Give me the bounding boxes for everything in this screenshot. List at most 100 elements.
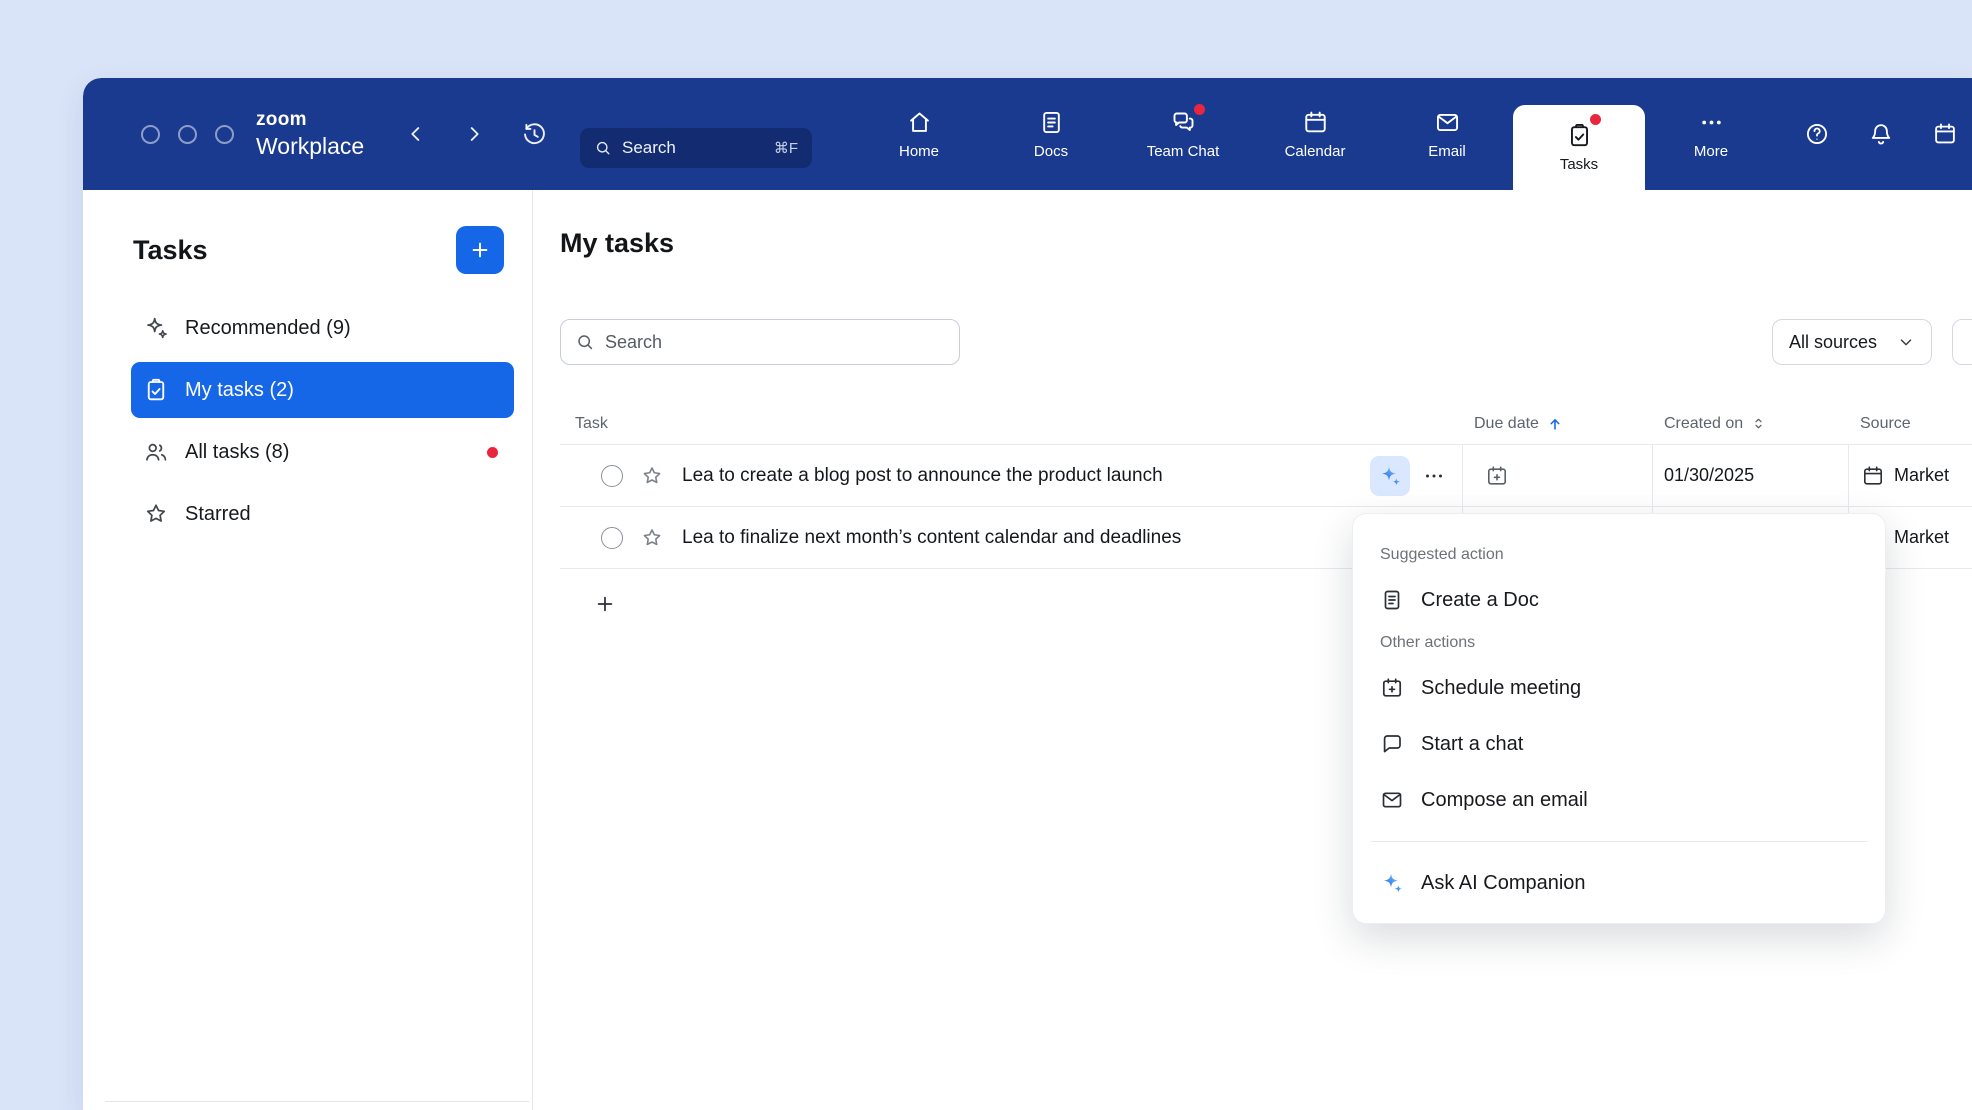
menu-section-heading: Other actions (1353, 634, 1885, 652)
plus-icon (469, 239, 491, 261)
more-icon (1698, 109, 1725, 136)
search-icon (575, 332, 595, 352)
sort-ascending-icon (1546, 415, 1564, 433)
sidebar-item-recommended[interactable]: Recommended (9) (131, 300, 514, 356)
nav-item-email[interactable]: Email (1381, 78, 1513, 190)
toolbar: All sources (533, 319, 1972, 365)
sidebar-bottom-divider (105, 1101, 529, 1102)
menu-item-compose-email[interactable]: Compose an email (1353, 772, 1885, 828)
menu-item-start-chat[interactable]: Start a chat (1353, 716, 1885, 772)
task-search-input[interactable] (605, 332, 945, 353)
sidebar-item-label: All tasks (8) (185, 441, 289, 464)
sidebar-item-my-tasks[interactable]: My tasks (2) (131, 362, 514, 418)
menu-item-label: Create a Doc (1421, 589, 1539, 612)
ellipsis-icon (1422, 464, 1446, 488)
search-icon (594, 139, 612, 157)
help-icon[interactable] (1804, 121, 1830, 147)
sidebar-item-label: My tasks (2) (185, 379, 294, 402)
ai-sparkle-icon (1378, 464, 1402, 488)
menu-divider (1371, 841, 1867, 842)
header-due-date[interactable]: Due date (1462, 415, 1652, 433)
menu-item-label: Ask AI Companion (1421, 872, 1586, 895)
window-controls (141, 78, 234, 190)
doc-icon (1380, 588, 1404, 612)
tasks-icon (1566, 122, 1593, 149)
menu-section-heading: Suggested action (1353, 546, 1885, 564)
header-created-label: Created on (1664, 415, 1743, 433)
task-complete-checkbox[interactable] (601, 465, 623, 487)
nav-item-team-chat[interactable]: Team Chat (1117, 78, 1249, 190)
primary-nav: Home Docs Team Chat Calendar Email (853, 78, 1777, 190)
chevron-down-icon (1897, 333, 1915, 351)
global-search[interactable]: Search ⌘F (580, 128, 812, 168)
row-more-actions-button[interactable] (1422, 464, 1446, 488)
notifications-bell-icon[interactable] (1868, 121, 1894, 147)
sort-both-icon (1750, 415, 1767, 432)
team-chat-badge (1194, 104, 1205, 115)
task-created-date: 01/30/2025 (1652, 445, 1848, 506)
menu-item-label: Start a chat (1421, 733, 1523, 756)
header-task: Task (560, 415, 1462, 433)
menu-item-ask-ai-companion[interactable]: Ask AI Companion (1353, 855, 1885, 911)
task-row[interactable]: Lea to create a blog post to announce th… (560, 445, 1972, 507)
nav-item-more[interactable]: More (1645, 78, 1777, 190)
add-task-button[interactable] (456, 226, 504, 274)
history-icon[interactable] (521, 121, 548, 148)
menu-item-schedule-meeting[interactable]: Schedule meeting (1353, 660, 1885, 716)
add-due-date-icon[interactable] (1485, 464, 1509, 488)
window-control-close[interactable] (141, 125, 160, 144)
sparkle-icon (143, 315, 169, 341)
sidebar-item-label: Starred (185, 503, 251, 526)
star-toggle-icon[interactable] (640, 464, 664, 488)
sidebar: Tasks Recommended (9) My tasks (2) All t… (83, 190, 533, 1110)
nav-item-tasks[interactable]: Tasks (1513, 105, 1645, 190)
ai-sparkle-icon (1380, 871, 1404, 895)
header-created-on[interactable]: Created on (1652, 415, 1848, 433)
task-title: Lea to create a blog post to announce th… (682, 465, 1163, 487)
back-button[interactable] (405, 123, 427, 145)
nav-item-home[interactable]: Home (853, 78, 985, 190)
task-search[interactable] (560, 319, 960, 365)
task-complete-checkbox[interactable] (601, 527, 623, 549)
suggested-actions-menu: Suggested action Create a Doc Other acti… (1352, 513, 1886, 924)
header-due-label: Due date (1474, 415, 1539, 433)
nav-label: Team Chat (1147, 143, 1220, 160)
history-navigation (405, 78, 548, 190)
nav-label: Home (899, 143, 939, 160)
menu-item-label: Schedule meeting (1421, 677, 1581, 700)
sidebar-item-starred[interactable]: Starred (131, 486, 514, 542)
team-chat-icon (1170, 109, 1197, 136)
star-icon (143, 501, 169, 527)
clipped-toolbar-button[interactable] (1952, 319, 1972, 365)
sources-filter-dropdown[interactable]: All sources (1772, 319, 1932, 365)
app-window: zoom Workplace Search ⌘F Home Docs (83, 78, 1972, 1110)
source-calendar-icon (1861, 464, 1885, 488)
envelope-icon (1380, 788, 1404, 812)
task-title: Lea to finalize next month’s content cal… (682, 527, 1181, 549)
menu-item-label: Compose an email (1421, 789, 1588, 812)
menu-item-create-doc[interactable]: Create a Doc (1353, 572, 1885, 628)
zoom-workplace-logo: zoom Workplace (256, 110, 364, 158)
task-source-label: Market (1894, 465, 1949, 486)
sources-filter-label: All sources (1789, 332, 1877, 353)
nav-item-calendar[interactable]: Calendar (1249, 78, 1381, 190)
all-tasks-badge (487, 447, 498, 458)
star-toggle-icon[interactable] (640, 526, 664, 550)
schedule-calendar-icon[interactable] (1932, 121, 1958, 147)
header-source: Source (1848, 415, 1972, 433)
nav-label: Calendar (1285, 143, 1346, 160)
nav-label: Email (1428, 143, 1466, 160)
table-header-row: Task Due date Created on Source (560, 403, 1972, 445)
logo-zoom-text: zoom (256, 110, 364, 129)
window-control-minimize[interactable] (178, 125, 197, 144)
sidebar-item-all-tasks[interactable]: All tasks (8) (131, 424, 514, 480)
calendar-plus-icon (1380, 676, 1404, 700)
task-source: Market (1848, 445, 1972, 506)
sidebar-title: Tasks (133, 235, 208, 266)
clipboard-check-icon (143, 377, 169, 403)
sidebar-list: Recommended (9) My tasks (2) All tasks (… (131, 300, 514, 542)
window-control-maximize[interactable] (215, 125, 234, 144)
ai-companion-button[interactable] (1370, 456, 1410, 496)
nav-item-docs[interactable]: Docs (985, 78, 1117, 190)
forward-button[interactable] (463, 123, 485, 145)
